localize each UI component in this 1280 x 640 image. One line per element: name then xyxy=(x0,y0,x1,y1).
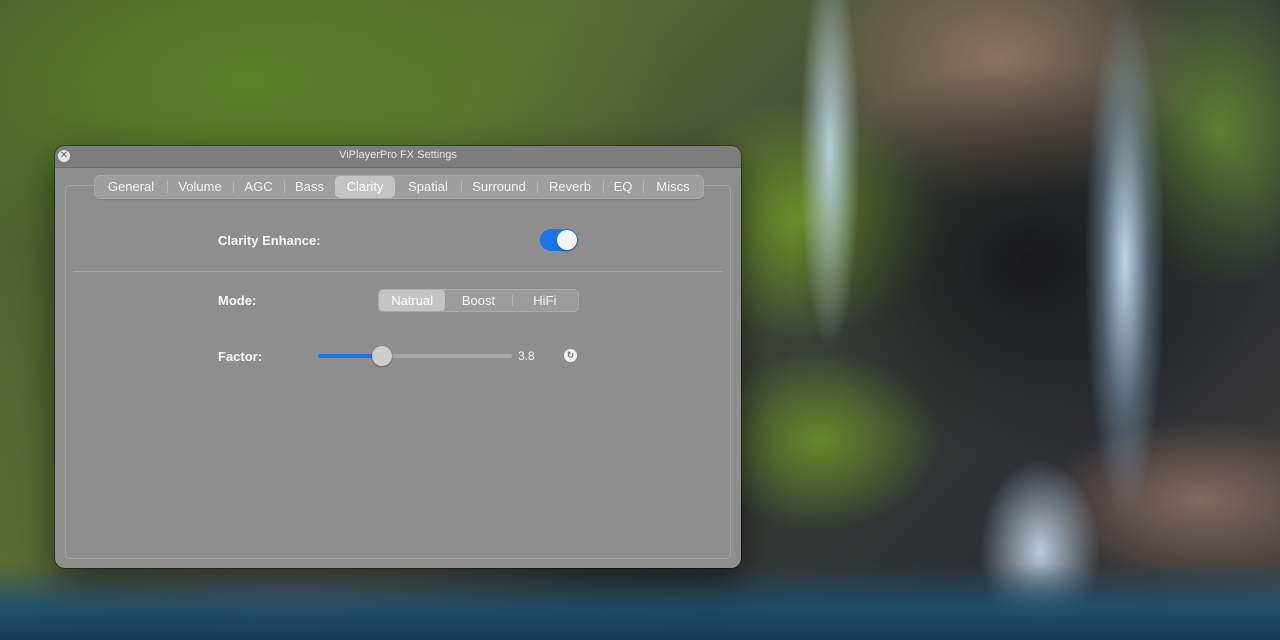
tab-miscs[interactable]: Miscs xyxy=(643,176,703,198)
mode-label: Mode: xyxy=(218,293,257,308)
clarity-enhance-toggle[interactable] xyxy=(540,229,578,251)
toggle-knob xyxy=(557,230,577,250)
window-title: ViPlayerPro FX Settings xyxy=(339,149,457,161)
reset-icon[interactable]: ↻ xyxy=(564,349,577,362)
tab-spatial[interactable]: Spatial xyxy=(395,176,461,198)
mode-segmented-control: Natrual Boost HiFi xyxy=(378,289,579,312)
factor-label: Factor: xyxy=(218,349,263,364)
tab-clarity[interactable]: Clarity xyxy=(335,176,395,198)
factor-slider[interactable] xyxy=(318,346,512,366)
tab-bar: General Volume AGC Bass Clarity Spatial … xyxy=(94,175,704,199)
section-divider xyxy=(73,271,723,272)
title-bar[interactable]: ✕ ViPlayerPro FX Settings xyxy=(55,146,741,168)
settings-panel xyxy=(65,185,731,559)
mode-option-boost[interactable]: Boost xyxy=(445,290,511,311)
tab-reverb[interactable]: Reverb xyxy=(537,176,603,198)
factor-value: 3.8 xyxy=(518,349,535,363)
mode-option-natrual[interactable]: Natrual xyxy=(379,290,446,311)
tab-bass[interactable]: Bass xyxy=(284,176,335,198)
tab-general[interactable]: General xyxy=(95,176,167,198)
tab-agc[interactable]: AGC xyxy=(233,176,284,198)
clarity-enhance-label: Clarity Enhance: xyxy=(218,233,321,248)
slider-thumb[interactable] xyxy=(372,346,392,366)
tab-eq[interactable]: EQ xyxy=(603,176,643,198)
tab-volume[interactable]: Volume xyxy=(167,176,233,198)
tab-surround[interactable]: Surround xyxy=(461,176,537,198)
mode-option-hifi[interactable]: HiFi xyxy=(511,290,578,311)
